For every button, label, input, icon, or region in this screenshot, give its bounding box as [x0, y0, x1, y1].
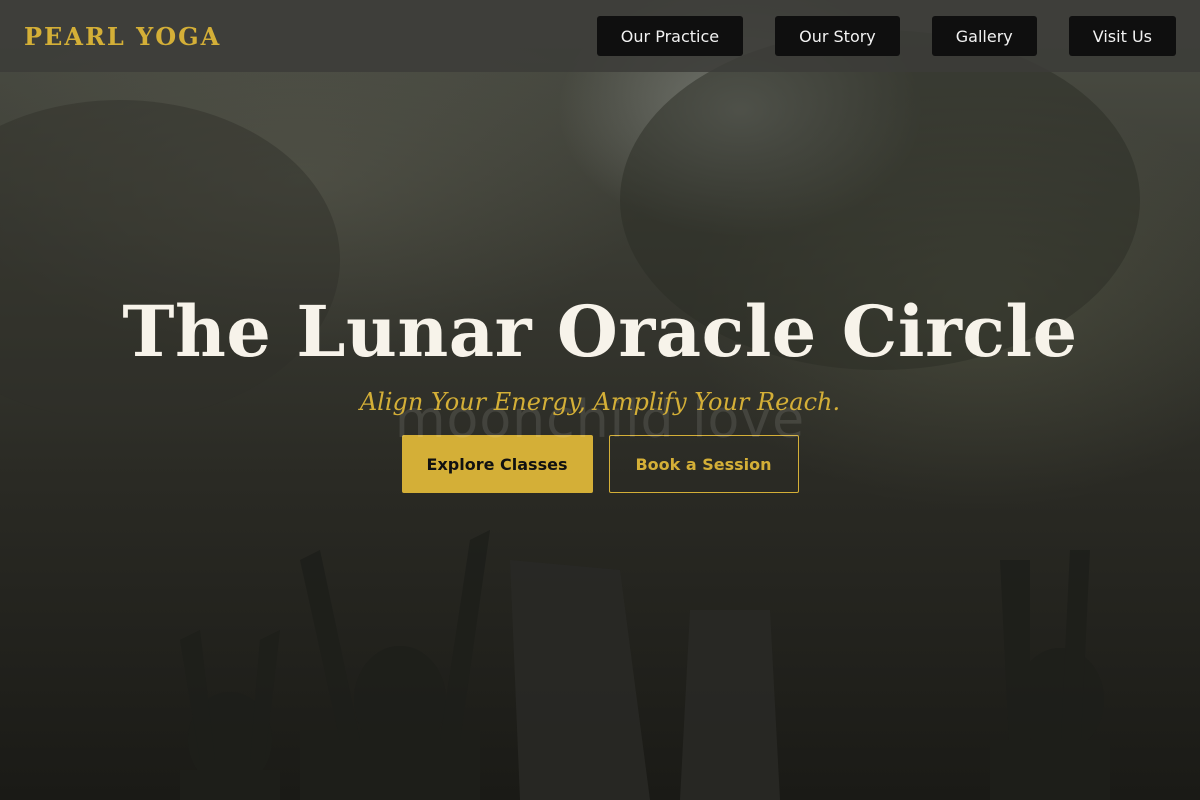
- hero-section: The Lunar Oracle Circle moonchild love A…: [0, 290, 1200, 493]
- hero-subtitle-block: moonchild love Align Your Energy, Amplif…: [0, 388, 1200, 450]
- top-navigation-bar: PEARL YOGA Our Practice Our Story Galler…: [0, 0, 1200, 72]
- hero-subtitle: Align Your Energy, Amplify Your Reach.: [359, 388, 841, 416]
- brand-logo[interactable]: PEARL YOGA: [24, 22, 221, 51]
- nav-item-gallery[interactable]: Gallery: [931, 16, 1037, 56]
- nav-item-visit-us[interactable]: Visit Us: [1068, 16, 1176, 56]
- nav-item-our-practice[interactable]: Our Practice: [596, 16, 744, 56]
- nav-links: Our Practice Our Story Gallery Visit Us: [596, 16, 1176, 56]
- hero-title: The Lunar Oracle Circle: [122, 290, 1078, 373]
- nav-item-our-story[interactable]: Our Story: [775, 16, 900, 56]
